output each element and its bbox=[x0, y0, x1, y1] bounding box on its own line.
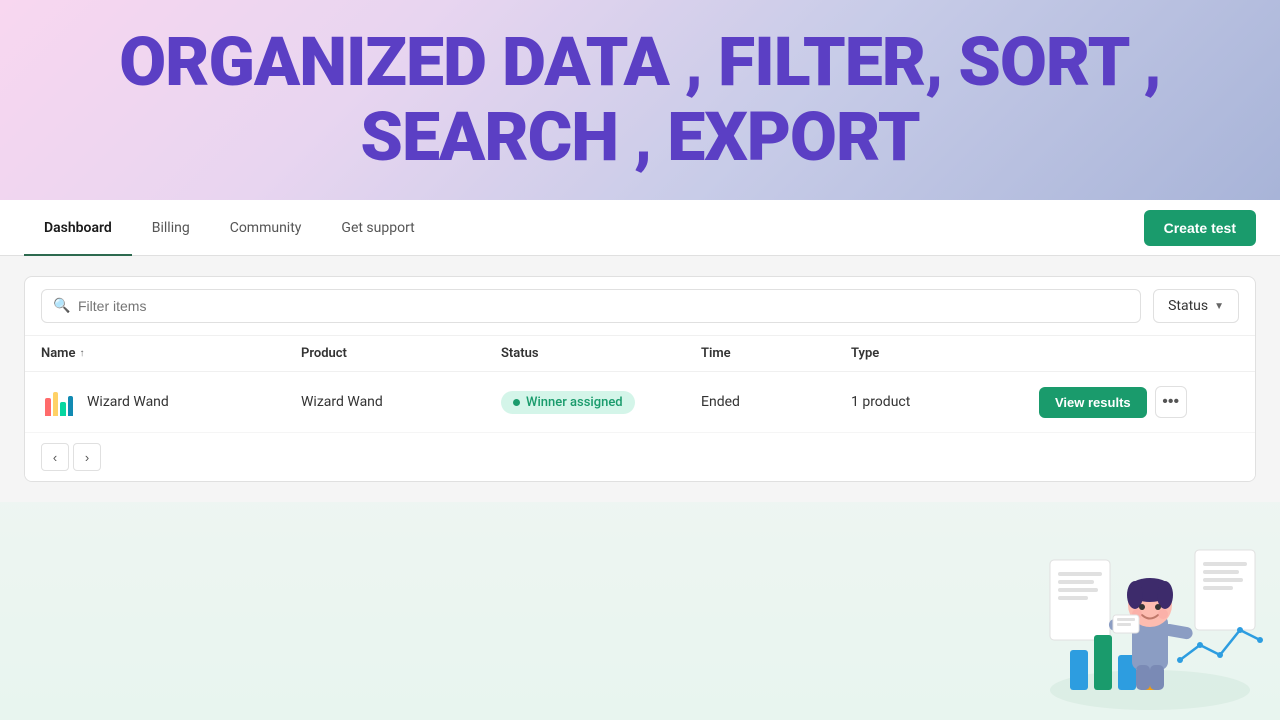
tab-community[interactable]: Community bbox=[210, 201, 322, 256]
cell-actions: View results ••• bbox=[1039, 386, 1199, 418]
pagination-next-button[interactable]: › bbox=[73, 443, 101, 471]
filter-row: 🔍 Status ▼ bbox=[25, 277, 1255, 336]
status-badge: Winner assigned bbox=[501, 391, 635, 414]
sort-icon[interactable]: ↑ bbox=[79, 348, 84, 359]
search-icon: 🔍 bbox=[53, 298, 70, 314]
bottom-section: Dashboard Billing Community Get support … bbox=[0, 200, 1280, 720]
table-row: Wizard Wand Wizard Wand Winner assigned … bbox=[25, 372, 1255, 433]
col-header-actions bbox=[1039, 346, 1199, 361]
view-results-button[interactable]: View results bbox=[1039, 387, 1147, 418]
cell-product: Wizard Wand bbox=[301, 394, 501, 410]
chevron-left-icon: ‹ bbox=[53, 450, 57, 465]
search-input[interactable] bbox=[41, 289, 1141, 323]
cell-name: Wizard Wand bbox=[41, 384, 301, 420]
col-header-more bbox=[1199, 346, 1239, 361]
cell-time: Ended bbox=[701, 394, 851, 410]
hero-section: ORGANIZED DATA , FILTER, SORT , SEARCH ,… bbox=[0, 0, 1280, 200]
status-dot bbox=[513, 399, 520, 406]
col-header-time: Time bbox=[701, 346, 851, 361]
status-filter-dropdown[interactable]: Status ▼ bbox=[1153, 289, 1239, 323]
illustration bbox=[1020, 460, 1280, 720]
ellipsis-icon: ••• bbox=[1162, 393, 1179, 411]
table-header: Name ↑ Product Status Time Type bbox=[25, 336, 1255, 372]
chevron-right-icon: › bbox=[85, 450, 89, 465]
tab-dashboard[interactable]: Dashboard bbox=[24, 201, 132, 256]
nav-tabs: Dashboard Billing Community Get support bbox=[24, 200, 435, 255]
chevron-down-icon: ▼ bbox=[1214, 301, 1224, 312]
cell-status: Winner assigned bbox=[501, 391, 701, 414]
col-header-status: Status bbox=[501, 346, 701, 361]
col-header-type: Type bbox=[851, 346, 1039, 361]
col-header-product: Product bbox=[301, 346, 501, 361]
create-test-button[interactable]: Create test bbox=[1144, 210, 1256, 246]
more-options-button[interactable]: ••• bbox=[1155, 386, 1187, 418]
cell-type: 1 product bbox=[851, 394, 1039, 410]
table-card: 🔍 Status ▼ Name ↑ Product Status bbox=[24, 276, 1256, 482]
tab-get-support[interactable]: Get support bbox=[321, 201, 434, 256]
search-wrapper: 🔍 bbox=[41, 289, 1141, 323]
col-header-name: Name ↑ bbox=[41, 346, 301, 361]
pagination-prev-button[interactable]: ‹ bbox=[41, 443, 69, 471]
hero-title: ORGANIZED DATA , FILTER, SORT , SEARCH ,… bbox=[119, 25, 1161, 175]
tab-billing[interactable]: Billing bbox=[132, 201, 210, 256]
navbar: Dashboard Billing Community Get support … bbox=[0, 200, 1280, 256]
wand-bar-chart-icon bbox=[41, 384, 77, 420]
